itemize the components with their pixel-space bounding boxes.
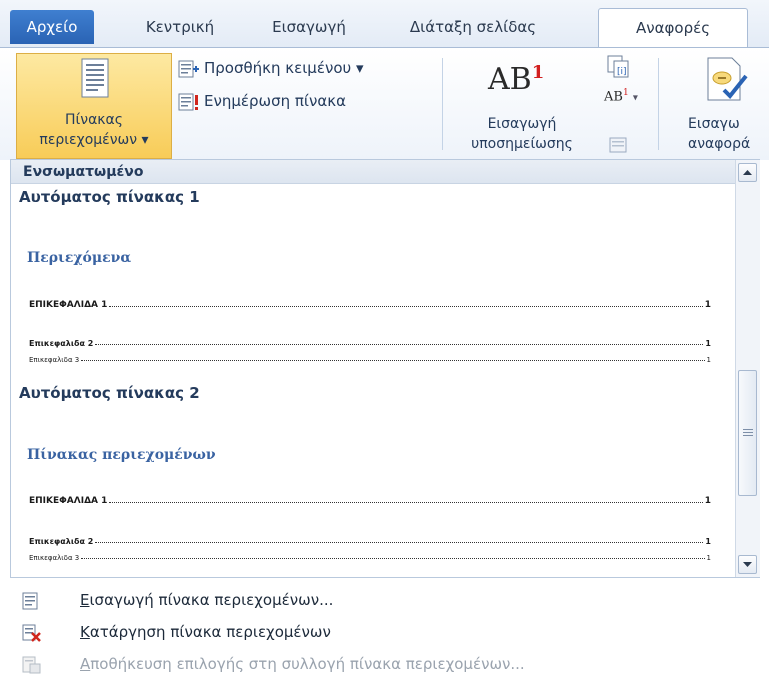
toc-preview-line: Επικεφαλιδα 3 1 xyxy=(29,548,711,562)
toc-line-text: Επικεφαλιδα 3 xyxy=(29,554,80,562)
toc-menu: Εισαγωγή πίνακα περιεχομένων... Κατάργησ… xyxy=(0,578,769,682)
svg-text:[i]: [i] xyxy=(617,67,627,77)
scroll-thumb[interactable] xyxy=(738,370,757,496)
update-table-label: Ενημέρωση πίνακα xyxy=(204,92,346,110)
toc-line-page: 1 xyxy=(705,537,711,546)
toc-line-text: ΕΠΙΚΕΦΑΛΙΔΑ 1 xyxy=(29,300,108,310)
ribbon-tab-strip: Αρχείο Κεντρική Εισαγωγή Διάταξη σελίδας… xyxy=(0,0,769,48)
tab-home[interactable]: Κεντρική xyxy=(128,8,232,48)
menu-insert-toc[interactable]: Εισαγωγή πίνακα περιεχομένων... xyxy=(0,586,769,616)
menu-remove-toc[interactable]: Κατάργηση πίνακα περιεχομένων xyxy=(0,618,769,648)
toc-line-text: Επικεφαλιδα 2 xyxy=(29,339,94,348)
toc-button-label-line1: Πίνακας xyxy=(64,112,123,128)
menu-remove-toc-label: Κατάργηση πίνακα περιεχομένων xyxy=(80,623,331,641)
insert-footnote-label-line1: Εισαγωγή xyxy=(487,116,557,132)
tab-references[interactable]: Αναφορές xyxy=(598,8,748,48)
insert-footnote-label-line2: υποσημείωσης xyxy=(471,136,573,152)
menu-insert-toc-label: Εισαγωγή πίνακα περιεχομένων... xyxy=(80,591,333,609)
toc-line-page: 1 xyxy=(705,339,711,348)
update-table-icon xyxy=(178,93,198,110)
toc-preview-heading: Πίνακας περιεχομένων xyxy=(27,447,216,463)
next-footnote-dropdown-arrow: ▾ xyxy=(632,92,638,104)
entry-title: Αυτόματος πίνακας 2 xyxy=(19,384,200,402)
thumb-grip-line xyxy=(743,429,753,430)
add-text-icon xyxy=(178,60,199,77)
entry-title: Αυτόματος πίνακας 1 xyxy=(19,188,200,206)
ribbon: Πίνακας περιεχομένων ▾ Προσθήκη κειμένου… xyxy=(0,47,769,160)
toc-line-text: ΕΠΙΚΕΦΑΛΙΔΑ 1 xyxy=(29,496,108,506)
toc-line-page: 1 xyxy=(706,356,711,364)
menu-save-selection-to-gallery: Αποθήκευση επιλογής στη συλλογή πίνακα π… xyxy=(0,650,769,680)
arrow-up-icon xyxy=(743,170,752,175)
toc-line-page: 1 xyxy=(704,496,711,506)
menu-save-selection-label: Αποθήκευση επιλογής στη συλλογή πίνακα π… xyxy=(80,655,525,673)
toc-preview-line: ΕΠΙΚΕΦΑΛΙΔΑ 1 1 xyxy=(29,492,711,506)
remove-document-icon xyxy=(22,624,41,642)
thumb-grip-line xyxy=(743,435,753,436)
toc-line-text: Επικεφαλιδα 3 xyxy=(29,356,80,364)
menu-label-rest: ατάργηση πίνακα περιεχομένων xyxy=(89,623,331,641)
mnemonic: Α xyxy=(80,655,91,673)
next-footnote-ab: AB xyxy=(604,89,623,105)
footnote-ab-sup: 1 xyxy=(531,62,545,83)
tab-insert[interactable]: Εισαγωγή xyxy=(258,8,360,48)
document-icon xyxy=(81,58,109,98)
insert-citation-label-line1: Εισαγω xyxy=(688,116,740,132)
toc-leader-dots xyxy=(81,360,705,361)
toc-preview-line: Επικεφαλιδα 2 1 xyxy=(29,532,711,546)
thumb-grip-line xyxy=(743,432,753,433)
insert-citation-button[interactable]: Εισαγω αναφορά xyxy=(672,114,769,154)
tab-page-layout[interactable]: Διάταξη σελίδας xyxy=(388,8,558,48)
toc-preview-line: ΕΠΙΚΕΦΑΛΙΔΑ 1 1 xyxy=(29,296,711,310)
toc-line-page: 1 xyxy=(706,554,711,562)
toc-line-text: Επικεφαλιδα 2 xyxy=(29,537,94,546)
toc-leader-dots xyxy=(81,558,705,559)
toc-line-page: 1 xyxy=(704,300,711,310)
ribbon-group-separator xyxy=(442,58,443,150)
tab-file[interactable]: Αρχείο xyxy=(10,10,94,44)
toc-preview-line: Επικεφαλιδα 3 1 xyxy=(29,350,711,364)
footnote-ab-text: AB xyxy=(488,62,532,97)
gallery-section-header: Ενσωματωμένο xyxy=(11,160,735,184)
show-notes-icon[interactable] xyxy=(608,136,630,154)
next-footnote-button[interactable]: AB1 ▾ xyxy=(604,88,638,104)
insert-citation-icon xyxy=(707,57,748,101)
scroll-down-button[interactable] xyxy=(738,555,757,574)
mnemonic: Κ xyxy=(80,623,90,641)
toc-leader-dots xyxy=(95,344,704,345)
footnote-ab-icon: AB1 xyxy=(488,62,544,97)
ribbon-group-separator xyxy=(658,58,659,150)
insert-footnote-button[interactable]: Εισαγωγή υποσημείωσης xyxy=(452,114,592,154)
toc-preview-line: Επικεφαλιδα 2 1 xyxy=(29,334,711,348)
add-text-label: Προσθήκη κειμένου ▾ xyxy=(204,59,364,77)
toc-leader-dots xyxy=(109,306,703,307)
arrow-down-icon xyxy=(743,562,752,567)
toc-gallery: Ενσωματωμένο Αυτόματος πίνακας 1 Περιεχό… xyxy=(10,159,760,578)
toc-button-label-line2: περιεχομένων ▾ xyxy=(39,132,149,148)
insert-endnote-icon[interactable]: [i] xyxy=(606,54,632,80)
scroll-up-button[interactable] xyxy=(738,163,757,182)
table-of-contents-button[interactable]: Πίνακας περιεχομένων ▾ xyxy=(16,53,172,159)
save-to-gallery-icon xyxy=(22,656,41,674)
add-text-button[interactable]: Προσθήκη κειμένου ▾ xyxy=(178,56,364,80)
next-footnote-sup: 1 xyxy=(622,88,629,98)
toc-preview-heading: Περιεχόμενα xyxy=(27,250,132,266)
update-table-button[interactable]: Ενημέρωση πίνακα xyxy=(178,89,346,113)
menu-label-rest: ισαγωγή πίνακα περιεχομένων... xyxy=(89,591,334,609)
toc-leader-dots xyxy=(109,502,703,503)
document-icon xyxy=(22,592,38,610)
insert-citation-label-line2: αναφορά xyxy=(688,136,751,152)
gallery-scrollbar[interactable] xyxy=(735,160,760,577)
toc-leader-dots xyxy=(95,542,704,543)
menu-label-rest: ποθήκευση επιλογής στη συλλογή πίνακα πε… xyxy=(90,655,525,673)
